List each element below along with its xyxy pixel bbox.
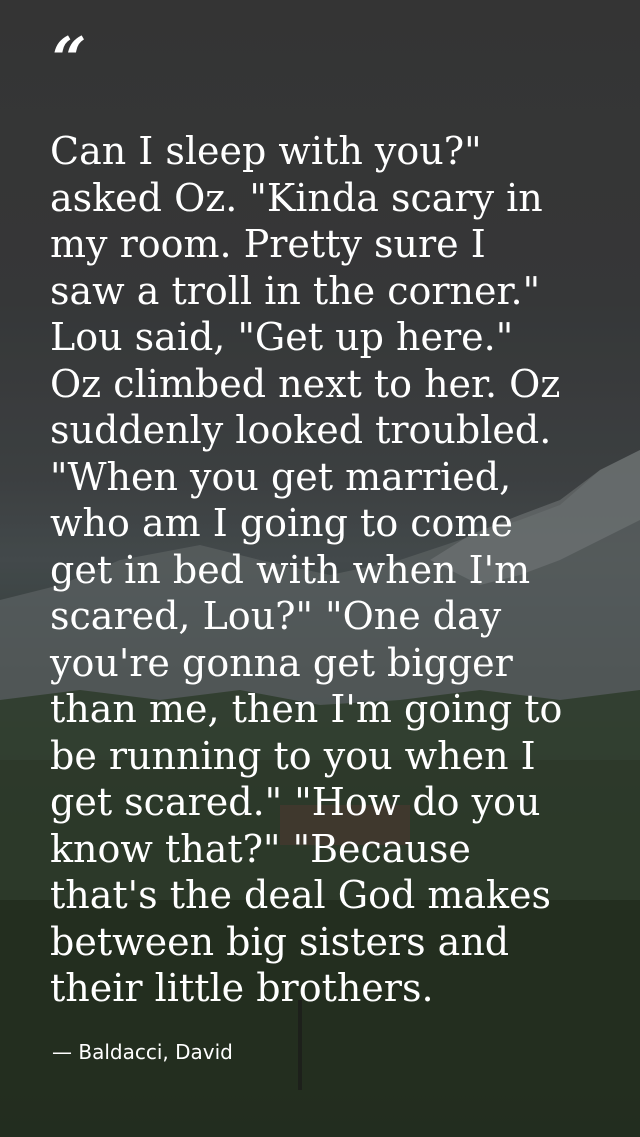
quote-line: Lou said, "Get up here." xyxy=(50,315,514,359)
quote-line: know that?" "Because xyxy=(50,826,471,871)
quote-line: scared, Lou?" "One day xyxy=(50,594,502,638)
quote-line: between big sisters and xyxy=(50,919,510,964)
quote-line: saw a troll in the corner." xyxy=(50,268,541,313)
quote-line: that's the deal God makes xyxy=(50,873,552,917)
quote-card: “ Can I sleep with you?" asked Oz. "Kind… xyxy=(0,0,640,1137)
quote-line: get in bed with when I'm xyxy=(50,547,531,592)
quote-line: their little brothers. xyxy=(50,966,434,1010)
quote-line: get scared." "How do you xyxy=(50,780,541,824)
quote-line: suddenly looked troubled. xyxy=(50,408,552,452)
quote-line: Can I sleep with you?" xyxy=(50,129,482,173)
quote-text: Can I sleep with you?" asked Oz. "Kinda … xyxy=(50,128,620,1012)
quote-author: — Baldacci, David xyxy=(52,1040,233,1064)
quote-line: who am I going to come xyxy=(50,501,513,545)
quote-line: Oz climbed next to her. Oz xyxy=(50,361,561,406)
quote-line: be running to you when I xyxy=(50,733,536,778)
quote-mark-icon: “ xyxy=(52,25,87,95)
quote-line: than me, then I'm going to xyxy=(50,687,563,731)
quote-line: "When you get married, xyxy=(50,454,512,499)
quote-line: asked Oz. "Kinda scary in xyxy=(50,175,543,220)
quote-line: you're gonna get bigger xyxy=(50,640,513,685)
quote-line: my room. Pretty sure I xyxy=(50,222,486,266)
